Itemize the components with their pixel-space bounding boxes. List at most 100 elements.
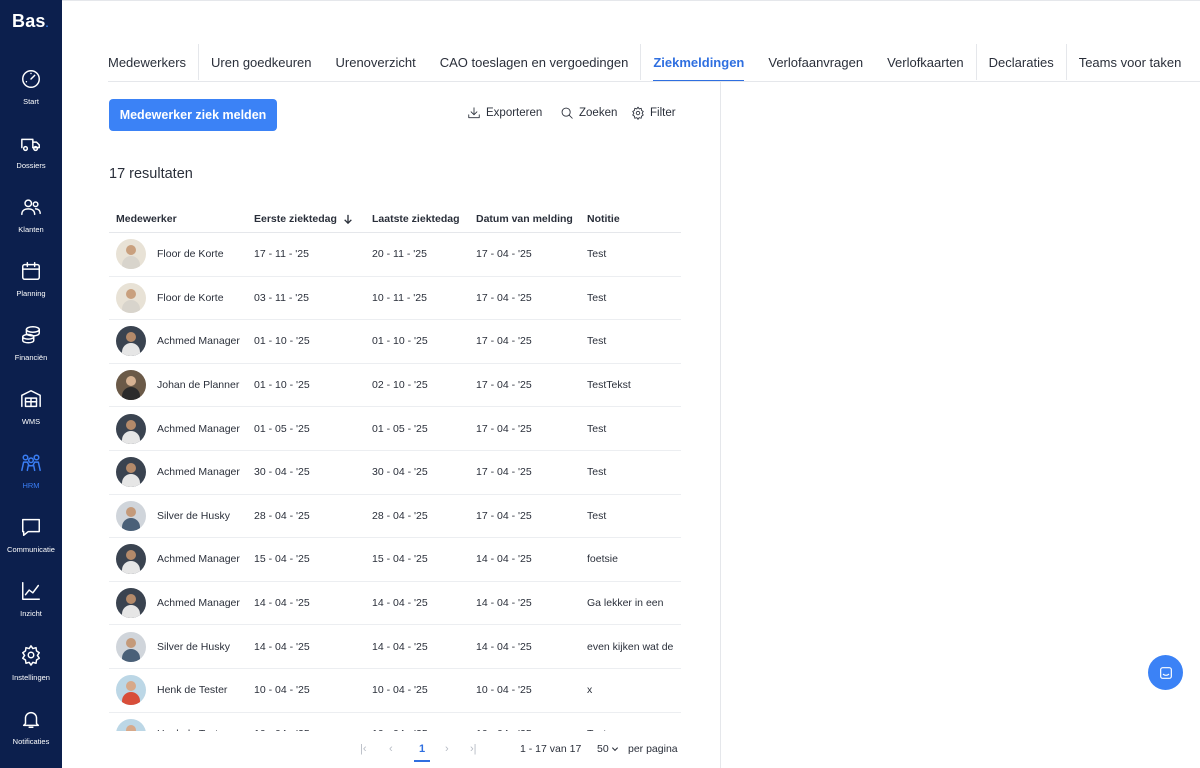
page-number-current[interactable]: 1 bbox=[414, 743, 430, 762]
employee-cell: Henk de Tester bbox=[109, 675, 254, 706]
filter-button[interactable]: Filter bbox=[631, 106, 676, 120]
table-row[interactable]: Silver de Husky 14 - 04 - '25 14 - 04 - '2… bbox=[109, 625, 681, 669]
last-sick-day: 10 - 04 - '25 bbox=[372, 728, 476, 731]
app-logo[interactable]: Bas. bbox=[12, 11, 49, 32]
chat-icon bbox=[22, 518, 40, 536]
sidebar-item-start[interactable]: Start bbox=[0, 68, 62, 120]
tab-cao-toeslagen[interactable]: CAO toeslagen en vergoedingen bbox=[428, 44, 641, 82]
tab-bar: Medewerkers Uren goedkeuren Urenoverzich… bbox=[108, 44, 1193, 82]
last-sick-day: 01 - 10 - '25 bbox=[372, 335, 428, 348]
table-row[interactable]: Achmed Manager 15 - 04 - '25 15 - 04 - '25… bbox=[109, 538, 681, 582]
table-header: Medewerker Eerste ziektedag Laatste ziek… bbox=[109, 205, 681, 233]
column-header-laatste-ziektedag[interactable]: Laatste ziektedag bbox=[372, 213, 476, 225]
avatar bbox=[116, 544, 146, 575]
last-page-icon[interactable]: ›| bbox=[470, 743, 477, 755]
table-row[interactable]: Achmed Manager 14 - 04 - '25 14 - 04 - '25… bbox=[109, 582, 681, 626]
table-row[interactable]: Floor de Korte 03 - 11 - '25 10 - 11 - '25… bbox=[109, 277, 681, 321]
avatar bbox=[116, 370, 146, 401]
employee-cell: Henk de Tester bbox=[109, 718, 254, 731]
chat-icon bbox=[1159, 666, 1172, 679]
note: Test bbox=[587, 422, 607, 435]
sidebar-item-klanten[interactable]: Klanten bbox=[0, 196, 62, 248]
prev-page-icon[interactable]: ‹ bbox=[389, 743, 393, 755]
table-row[interactable]: Floor de Korte 17 - 11 - '25 20 - 11 - '25… bbox=[109, 233, 681, 277]
search-button[interactable]: Zoeken bbox=[560, 106, 617, 120]
report-date: 14 - 04 - '25 bbox=[476, 553, 532, 566]
tab-urenoverzicht[interactable]: Urenoverzicht bbox=[324, 44, 428, 82]
panel-divider bbox=[720, 82, 721, 768]
table-row[interactable]: Achmed Manager 01 - 05 - '25 01 - 05 - '25… bbox=[109, 407, 681, 451]
employee-cell: Achmed Manager bbox=[109, 413, 254, 444]
employee-cell: Achmed Manager bbox=[109, 326, 254, 357]
table-row[interactable]: Achmed Manager 30 - 04 - '25 30 - 04 - '25… bbox=[109, 451, 681, 495]
employee-cell: Johan de Planner bbox=[109, 370, 254, 401]
last-sick-day: 10 - 04 - '25 bbox=[372, 684, 428, 697]
employee-name: Johan de Planner bbox=[157, 379, 240, 392]
tab-verlofkaarten[interactable]: Verlofkaarten bbox=[875, 44, 976, 82]
employee-cell: Achmed Manager bbox=[109, 544, 254, 575]
per-page-select[interactable]: 50 bbox=[597, 743, 619, 755]
main-content: Medewerkers Uren goedkeuren Urenoverzich… bbox=[62, 0, 1200, 768]
table-row[interactable]: Johan de Planner 01 - 10 - '25 02 - 10 - '… bbox=[109, 364, 681, 408]
sidebar-item-inzicht[interactable]: Inzicht bbox=[0, 580, 62, 632]
first-sick-day: 01 - 10 - '25 bbox=[254, 335, 310, 348]
sidebar-item-instellingen[interactable]: Instellingen bbox=[0, 644, 62, 696]
last-sick-day: 14 - 04 - '25 bbox=[372, 597, 428, 610]
gear-icon bbox=[22, 645, 40, 666]
last-sick-day: 02 - 10 - '25 bbox=[372, 379, 428, 392]
tab-teams-voor-taken[interactable]: Teams voor taken bbox=[1067, 44, 1194, 82]
bell-icon bbox=[22, 711, 40, 728]
note: Test bbox=[587, 291, 607, 304]
table-row[interactable]: Henk de Tester10 - 04 - '2510 - 04 - '25… bbox=[109, 669, 681, 713]
sidebar-item-financien[interactable]: Financiën bbox=[0, 324, 62, 376]
employee-cell: Floor de Korte bbox=[109, 282, 254, 313]
tab-uren-goedkeuren[interactable]: Uren goedkeuren bbox=[199, 44, 323, 82]
export-button[interactable]: Exporteren bbox=[467, 106, 542, 120]
employee-cell: Achmed Manager bbox=[109, 457, 254, 488]
tab-verlofaanvragen[interactable]: Verlofaanvragen bbox=[756, 44, 875, 82]
team-icon bbox=[21, 454, 41, 472]
sidebar: Bas. Start Dossiers Klanten Planning Fin… bbox=[0, 0, 62, 768]
sick-reports-table: Medewerker Eerste ziektedag Laatste ziek… bbox=[109, 205, 681, 731]
sidebar-item-hrm[interactable]: HRM bbox=[0, 452, 62, 504]
column-header-medewerker[interactable]: Medewerker bbox=[109, 213, 254, 225]
tab-medewerkers[interactable]: Medewerkers bbox=[108, 44, 198, 82]
table-row[interactable]: Henk de Tester 10 - 04 - '2510 - 04 - '25… bbox=[109, 713, 681, 731]
table-body: Floor de Korte 17 - 11 - '25 20 - 11 - '25… bbox=[109, 233, 681, 731]
report-date: 17 - 04 - '25 bbox=[476, 379, 532, 392]
sidebar-item-planning[interactable]: Planning bbox=[0, 260, 62, 312]
table-row[interactable]: Silver de Husky 28 - 04 - '25 28 - 04 - '2… bbox=[109, 495, 681, 539]
last-sick-day: 20 - 11 - '25 bbox=[372, 248, 427, 261]
tab-declaraties[interactable]: Declaraties bbox=[977, 44, 1066, 82]
column-header-datum-van-melding[interactable]: Datum van melding bbox=[476, 213, 587, 225]
first-sick-day: 28 - 04 - '25 bbox=[254, 509, 310, 522]
avatar bbox=[116, 457, 146, 488]
first-page-icon[interactable]: |‹ bbox=[360, 743, 367, 755]
column-header-eerste-ziektedag[interactable]: Eerste ziektedag bbox=[254, 213, 372, 225]
next-page-icon[interactable]: › bbox=[445, 743, 449, 755]
employee-name: Achmed Manager bbox=[157, 422, 240, 435]
sidebar-item-communicatie[interactable]: Communicatie bbox=[0, 516, 62, 568]
avatar bbox=[116, 500, 146, 531]
report-sick-button[interactable]: Medewerker ziek melden bbox=[109, 99, 277, 131]
employee-name: Henk de Tester bbox=[157, 728, 227, 731]
avatar bbox=[116, 282, 146, 313]
support-chat-button[interactable] bbox=[1148, 655, 1183, 690]
first-sick-day: 17 - 11 - '25 bbox=[254, 248, 309, 261]
sidebar-item-notificaties[interactable]: Notificaties bbox=[0, 708, 62, 760]
sidebar-item-wms[interactable]: WMS bbox=[0, 388, 62, 440]
employee-cell: Silver de Husky bbox=[109, 631, 254, 662]
last-sick-day: 28 - 04 - '25 bbox=[372, 509, 428, 522]
first-sick-day: 14 - 04 - '25 bbox=[254, 597, 310, 610]
employee-name: Achmed Manager bbox=[157, 597, 240, 610]
warehouse-icon bbox=[21, 390, 41, 408]
first-sick-day: 10 - 04 - '25 bbox=[254, 728, 372, 731]
column-header-notitie[interactable]: Notitie bbox=[587, 213, 681, 225]
results-count: 17 resultaten bbox=[109, 166, 193, 182]
table-row[interactable]: Achmed Manager 01 - 10 - '25 01 - 10 - '25… bbox=[109, 320, 681, 364]
sidebar-item-dossiers[interactable]: Dossiers bbox=[0, 132, 62, 184]
tab-ziekmeldingen[interactable]: Ziekmeldingen bbox=[641, 44, 756, 82]
top-divider bbox=[62, 0, 1200, 1]
avatar bbox=[116, 239, 146, 270]
employee-cell: Floor de Korte bbox=[109, 239, 254, 270]
